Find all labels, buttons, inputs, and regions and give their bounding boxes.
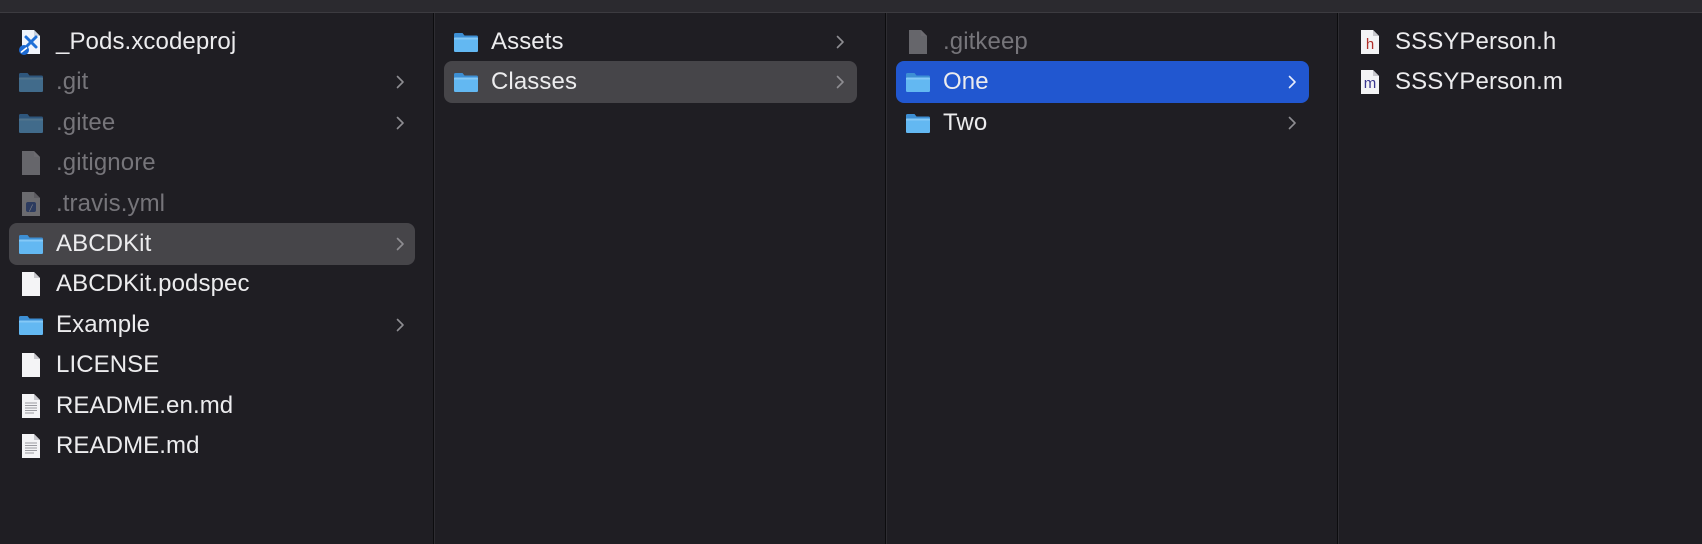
folder-row[interactable]: .git: [9, 61, 415, 103]
item-label: .gitee: [56, 109, 116, 136]
file-row[interactable]: README.md: [9, 425, 415, 467]
folder-icon: [452, 68, 480, 96]
item-label: .gitignore: [56, 149, 156, 176]
column-3[interactable]: .gitkeep One Two: [887, 13, 1337, 544]
folder-row[interactable]: Two: [896, 102, 1309, 144]
folder-icon: [904, 68, 932, 96]
svg-text:h: h: [1366, 36, 1374, 53]
chevron-right-icon: [830, 61, 850, 103]
chevron-right-icon: [390, 223, 410, 265]
folder-row[interactable]: .gitee: [9, 102, 415, 144]
item-label: Classes: [491, 68, 578, 95]
chevron-right-icon: [390, 304, 410, 346]
file-row[interactable]: .gitignore: [9, 142, 415, 184]
column-4[interactable]: h SSSYPerson.h m SSSYPerson.m: [1339, 13, 1702, 544]
file-row[interactable]: README.en.md: [9, 385, 415, 427]
document-icon: [904, 28, 932, 56]
item-label: SSSYPerson.h: [1395, 28, 1557, 55]
item-label: README.md: [56, 432, 200, 459]
column-1[interactable]: _Pods.xcodeproj .git .gitee .gitignore /…: [0, 13, 433, 544]
item-label: Example: [56, 311, 151, 338]
chevron-right-icon: [1282, 102, 1302, 144]
column-2[interactable]: Assets Classes: [435, 13, 885, 544]
folder-icon: [17, 109, 45, 137]
folder-icon: [452, 28, 480, 56]
column-divider[interactable]: [885, 13, 886, 544]
document-icon: [17, 270, 45, 298]
xcodeproj-icon: [17, 28, 45, 56]
item-label: README.en.md: [56, 392, 234, 419]
chevron-right-icon: [1282, 61, 1302, 103]
folder-row[interactable]: ABCDKit: [9, 223, 415, 265]
folder-row[interactable]: Classes: [444, 61, 857, 103]
document-icon: [17, 351, 45, 379]
item-label: ABCDKit.podspec: [56, 270, 250, 297]
folder-icon: [17, 230, 45, 258]
item-label: LICENSE: [56, 351, 160, 378]
file-row[interactable]: / .travis.yml: [9, 183, 415, 225]
text-file-icon: [17, 432, 45, 460]
folder-row[interactable]: One: [896, 61, 1309, 103]
column-divider[interactable]: [1337, 13, 1338, 544]
item-label: .gitkeep: [943, 28, 1028, 55]
chevron-right-icon: [390, 61, 410, 103]
file-row[interactable]: ABCDKit.podspec: [9, 263, 415, 305]
file-row[interactable]: .gitkeep: [896, 21, 1309, 63]
text-file-icon: [17, 392, 45, 420]
document-icon: [17, 149, 45, 177]
folder-row[interactable]: Assets: [444, 21, 857, 63]
folder-icon: [17, 311, 45, 339]
file-row[interactable]: LICENSE: [9, 344, 415, 386]
column-divider[interactable]: [433, 13, 434, 544]
folder-row[interactable]: Example: [9, 304, 415, 346]
item-label: ABCDKit: [56, 230, 152, 257]
item-label: Two: [943, 109, 988, 136]
item-label: _Pods.xcodeproj: [56, 28, 237, 55]
file-row[interactable]: m SSSYPerson.m: [1348, 61, 1702, 103]
chevron-right-icon: [830, 21, 850, 63]
yaml-file-icon: /: [17, 190, 45, 218]
folder-icon: [904, 109, 932, 137]
window-toolbar-edge: [0, 0, 1702, 13]
svg-text:m: m: [1364, 75, 1377, 92]
file-row[interactable]: _Pods.xcodeproj: [9, 21, 415, 63]
folder-icon: [17, 68, 45, 96]
item-label: .git: [56, 68, 89, 95]
file-row[interactable]: h SSSYPerson.h: [1348, 21, 1702, 63]
objc-file-icon: m: [1356, 68, 1384, 96]
item-label: One: [943, 68, 989, 95]
header-file-icon: h: [1356, 28, 1384, 56]
chevron-right-icon: [390, 102, 410, 144]
item-label: .travis.yml: [56, 190, 166, 217]
item-label: Assets: [491, 28, 564, 55]
finder-column-browser: _Pods.xcodeproj .git .gitee .gitignore /…: [0, 13, 1702, 544]
item-label: SSSYPerson.m: [1395, 68, 1563, 95]
